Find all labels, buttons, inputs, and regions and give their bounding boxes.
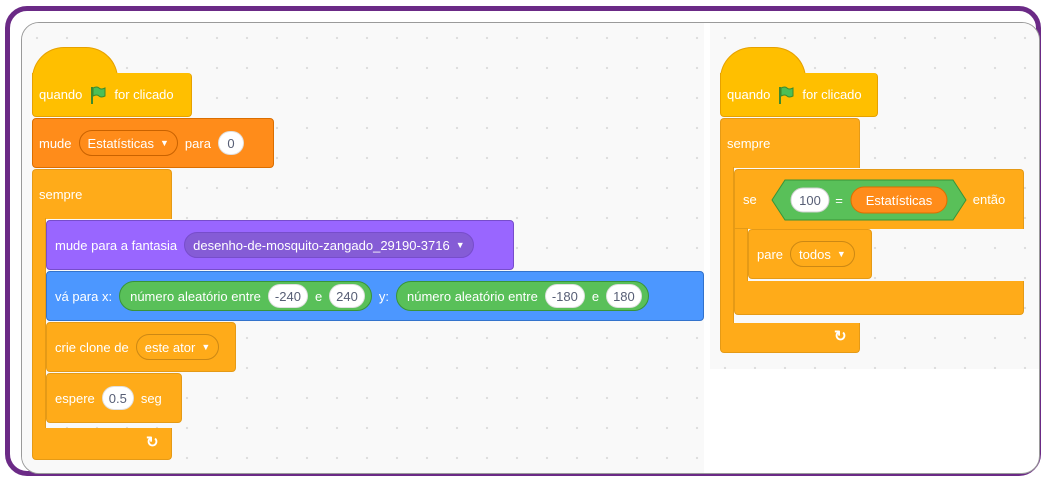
dropdown-arrow-icon: ▼ [836,249,846,259]
stop-option: todos [799,246,831,262]
random-x-from-input[interactable]: -240 [267,284,308,308]
random-label: número aleatório entre [130,288,261,304]
and-label: e [314,288,323,304]
if-label: se [743,192,757,207]
hat-label-before: quando [39,87,83,102]
hat-label-after: for clicado [114,87,174,102]
y-label: y: [378,288,389,304]
equals-sign: = [835,193,843,208]
code-area-left[interactable]: quando for clicado mude Estatísticas ▼ p… [22,23,704,473]
random-y-from-input[interactable]: -180 [544,284,585,308]
variable-dropdown[interactable]: Estatísticas ▼ [78,130,178,156]
costume-dropdown[interactable]: desenho-de-mosquito-zangado_29190-3716 ▼ [184,232,474,258]
set-value-input[interactable]: 0 [217,131,244,155]
stop-option-dropdown[interactable]: todos ▼ [790,241,855,267]
random-y-to-input[interactable]: 180 [606,284,642,308]
when-flag-clicked-block[interactable]: quando for clicado [32,73,192,117]
wait-block[interactable]: espere 0.5 seg [46,373,182,423]
random-label: número aleatório entre [407,288,538,304]
dropdown-arrow-icon: ▼ [201,342,211,352]
when-flag-clicked-block[interactable]: quando for clicado [720,73,878,117]
forever-label: sempre [39,187,83,202]
if-then-block[interactable]: se 100 = Estatísticas então [734,169,1024,229]
loop-arrow-icon: ↻ [146,434,159,451]
clone-target: este ator [144,339,196,355]
switch-costume-block[interactable]: mude para a fantasia desenho-de-mosquito… [46,220,514,270]
costume-label: mude para a fantasia [55,237,178,253]
hat-label-after: for clicado [802,87,862,102]
dropdown-arrow-icon: ▼ [160,138,169,148]
stop-label: pare [757,246,784,262]
go-to-xy-block[interactable]: vá para x: número aleatório entre -240 e… [46,271,704,321]
green-flag-icon [779,86,794,104]
set-label: mude [39,135,72,151]
create-clone-block[interactable]: crie clone de este ator ▼ [46,322,236,372]
if-block-arm [734,228,748,283]
random-x-reporter[interactable]: número aleatório entre -240 e 240 [119,281,372,311]
stop-block[interactable]: pare todos ▼ [748,229,872,279]
forever-label: sempre [727,136,771,151]
random-y-reporter[interactable]: número aleatório entre -180 e 180 [396,281,649,311]
random-x-to-input[interactable]: 240 [329,284,365,308]
to-label: para [184,135,211,151]
equals-left-value[interactable]: 100 [799,193,821,208]
and-label: e [591,288,600,304]
then-label: então [972,192,1006,207]
clone-label: crie clone de [55,339,129,355]
loop-arrow-icon: ↻ [834,328,847,345]
clone-target-dropdown[interactable]: este ator ▼ [135,334,220,360]
wait-label: espere [55,390,95,406]
set-variable-block[interactable]: mude Estatísticas ▼ para 0 [32,118,274,168]
green-flag-icon [91,86,106,104]
costume-name: desenho-de-mosquito-zangado_29190-3716 [193,237,450,253]
seconds-unit-label: seg [140,390,162,406]
code-area-right[interactable]: quando for clicado sempre ↻ se 100 = Est… [710,23,1039,369]
variable-name: Estatísticas [87,135,154,151]
equals-operator[interactable]: 100 = Estatísticas [771,179,967,221]
dropdown-arrow-icon: ▼ [455,240,465,250]
forever-block-arm [720,167,734,337]
forever-block[interactable]: sempre [720,118,860,168]
forever-block[interactable]: sempre [32,169,172,219]
goto-label: vá para x: [55,288,113,304]
if-block-bottom [734,281,1024,315]
script-panel: quando for clicado mude Estatísticas ▼ p… [21,22,1040,474]
forever-block-arm [32,218,46,448]
wait-seconds-input[interactable]: 0.5 [101,386,134,410]
variable-reporter-statistics[interactable]: Estatísticas [866,193,933,208]
hat-label-before: quando [727,87,771,102]
